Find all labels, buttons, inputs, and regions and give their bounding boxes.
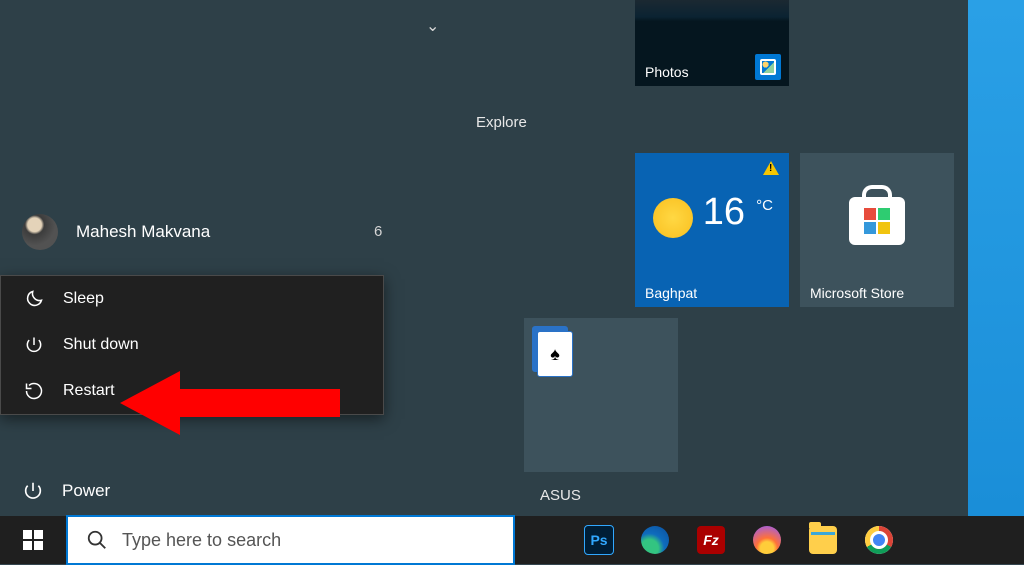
weather-unit: °C: [756, 197, 773, 214]
restart-item[interactable]: Restart: [1, 368, 383, 414]
filezilla-button[interactable]: Fz: [683, 516, 739, 564]
start-tiles-area: ⌄ Explore ASUS Photos 16 °C Baghpat Micr…: [382, 0, 968, 516]
windows-logo-icon: [23, 530, 43, 550]
power-icon: [22, 480, 44, 502]
file-explorer-button[interactable]: [795, 516, 851, 564]
avatar: [22, 214, 58, 250]
sleep-icon: [23, 288, 45, 310]
weather-tile[interactable]: 16 °C Baghpat: [635, 153, 789, 307]
sleep-label: Sleep: [63, 290, 104, 308]
search-icon: [86, 529, 108, 551]
user-name: Mahesh Makvana: [76, 222, 210, 242]
power-label: Power: [62, 481, 110, 501]
weather-alert-icon: [763, 161, 779, 175]
microsoft-store-tile[interactable]: Microsoft Store: [800, 153, 954, 307]
weather-temperature: 16: [703, 191, 745, 234]
shut-down-label: Shut down: [63, 336, 139, 354]
taskbar-icons: Ps Fz: [515, 516, 907, 564]
card-spade-icon: [537, 331, 573, 377]
search-input[interactable]: Type here to search: [66, 515, 515, 565]
power-item[interactable]: Power: [0, 466, 382, 516]
photoshop-button[interactable]: Ps: [571, 516, 627, 564]
restart-icon: [23, 380, 45, 402]
firefox-button[interactable]: [739, 516, 795, 564]
file-explorer-icon: [809, 526, 837, 554]
chrome-button[interactable]: [851, 516, 907, 564]
store-icon: [849, 197, 905, 245]
user-account-item[interactable]: Mahesh Makvana: [0, 200, 382, 264]
weather-location: Baghpat: [645, 285, 697, 301]
shut-down-icon: [23, 334, 45, 356]
taskbar: Type here to search Ps Fz: [0, 516, 1024, 564]
section-header-explore[interactable]: Explore: [476, 114, 527, 131]
chrome-icon: [865, 526, 893, 554]
edge-button[interactable]: [627, 516, 683, 564]
photoshop-icon: Ps: [584, 525, 614, 555]
start-button[interactable]: [0, 516, 66, 564]
filezilla-icon: Fz: [697, 526, 725, 554]
task-view-icon: [530, 527, 556, 553]
shut-down-item[interactable]: Shut down: [1, 322, 383, 368]
search-placeholder: Type here to search: [122, 530, 281, 551]
photos-app-icon: [755, 54, 781, 80]
store-tile-label: Microsoft Store: [810, 285, 904, 301]
section-header-asus[interactable]: ASUS: [540, 487, 581, 504]
task-view-button[interactable]: [515, 516, 571, 564]
firefox-icon: [753, 526, 781, 554]
chevron-down-icon[interactable]: ⌄: [426, 16, 439, 36]
desktop-background-strip: [968, 0, 1024, 516]
restart-label: Restart: [63, 382, 115, 400]
start-menu-rail: Mahesh Makvana Documents Power: [0, 0, 382, 516]
solitaire-tile[interactable]: [524, 318, 678, 472]
edge-icon: [641, 526, 669, 554]
photos-tile-label: Photos: [645, 64, 689, 80]
photos-tile[interactable]: Photos: [635, 0, 789, 86]
weather-sun-icon: [653, 198, 693, 238]
power-context-menu: Sleep Shut down Restart: [0, 275, 384, 415]
sleep-item[interactable]: Sleep: [1, 276, 383, 322]
